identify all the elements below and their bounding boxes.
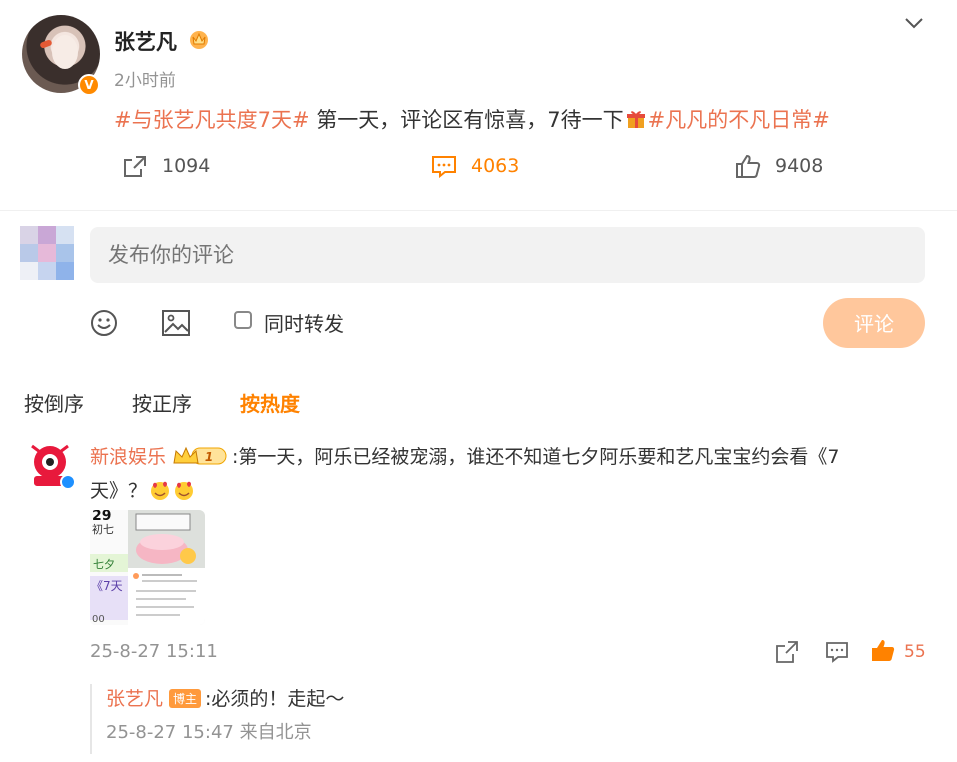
author-name[interactable]: 张艺凡 — [114, 26, 177, 56]
thumb-lunar: 初七 — [92, 522, 114, 536]
divider — [0, 210, 957, 211]
vip-level: 1 — [205, 450, 213, 464]
sort-forward-tab[interactable]: 按正序 — [132, 388, 192, 417]
reply-author[interactable]: 张艺凡 — [106, 688, 163, 710]
comment-text: 新浪娱乐 1 :第一天，阿乐已经被宠溺，谁还不知道七夕阿乐要和艺凡宝宝约会看《7 — [90, 442, 840, 469]
chevron-down-icon[interactable] — [902, 13, 926, 33]
repost-button[interactable]: 1094 — [122, 150, 210, 182]
post-body: 第一天，评论区有惊喜，7待一下 — [309, 108, 624, 132]
post-text: #与张艺凡共度7天# 第一天，评论区有惊喜，7待一下 #凡凡的不凡日常# — [114, 104, 830, 134]
share-icon[interactable] — [775, 640, 799, 664]
sort-hot-tab[interactable]: 按热度 — [240, 388, 300, 417]
repost-checkbox[interactable] — [234, 311, 252, 329]
topic-tag[interactable]: #与张艺凡共度7天# — [114, 108, 310, 132]
reply-divider — [90, 684, 92, 754]
comment-time: 25-8-27 15:11 — [90, 641, 218, 662]
commenter-name[interactable]: 新浪娱乐 — [90, 446, 166, 468]
avatar-face — [52, 35, 78, 69]
submit-comment-button[interactable]: 评论 — [823, 298, 925, 348]
comment-count: 4063 — [471, 155, 520, 177]
comment-button[interactable]: 4063 — [431, 150, 519, 182]
thumb-movie: 《7天 — [91, 579, 123, 593]
reply-time: 25-8-27 15:47 来自北京 — [106, 722, 312, 743]
comment-icon — [432, 156, 456, 178]
gift-icon — [626, 111, 645, 128]
post-time: 2小时前 — [114, 71, 176, 91]
repost-count: 1094 — [162, 155, 211, 177]
like-button[interactable]: 9408 — [735, 150, 823, 182]
comment-text-line2: 天》？ — [90, 476, 195, 503]
image-icon[interactable] — [161, 309, 191, 337]
comment-line2: 天》？ — [90, 480, 148, 502]
verified-badge — [60, 474, 76, 490]
thumb-num: 00 — [92, 614, 105, 625]
thumb-qixi: 七夕 — [93, 558, 115, 571]
thumbs-up-icon — [736, 154, 761, 178]
thumb-date: 29 — [92, 510, 111, 524]
comment-like-count: 55 — [904, 642, 926, 662]
thumbs-up-icon[interactable] — [871, 638, 895, 662]
topic-tag[interactable]: #凡凡的不凡日常# — [648, 108, 830, 132]
like-count: 9408 — [775, 155, 824, 177]
vip-crown-icon: 1 — [173, 446, 227, 465]
smiling-face-hearts-icon — [151, 481, 170, 500]
reply-text: 张艺凡 博主:必须的！走起～ — [106, 684, 344, 711]
share-icon — [124, 156, 146, 177]
verified-badge: V — [78, 74, 100, 96]
sort-reverse-tab[interactable]: 按倒序 — [24, 388, 84, 417]
reply-icon[interactable] — [825, 640, 849, 664]
avatar-flower — [39, 39, 53, 49]
repost-checkbox-label[interactable]: 同时转发 — [264, 308, 344, 337]
current-user-avatar — [20, 226, 74, 280]
smiling-face-hearts-icon — [175, 481, 194, 500]
reply-body: :必须的！走起～ — [205, 688, 345, 710]
comment-image[interactable]: 29 初七 七夕 《7天 00 — [90, 510, 205, 625]
comment-input[interactable] — [90, 227, 925, 283]
author-badge: 博主 — [169, 689, 202, 708]
emoji-icon[interactable] — [90, 309, 118, 337]
crown-icon — [190, 31, 208, 49]
comment-line1: :第一天，阿乐已经被宠溺，谁还不知道七夕阿乐要和艺凡宝宝约会看《7 — [232, 446, 840, 468]
